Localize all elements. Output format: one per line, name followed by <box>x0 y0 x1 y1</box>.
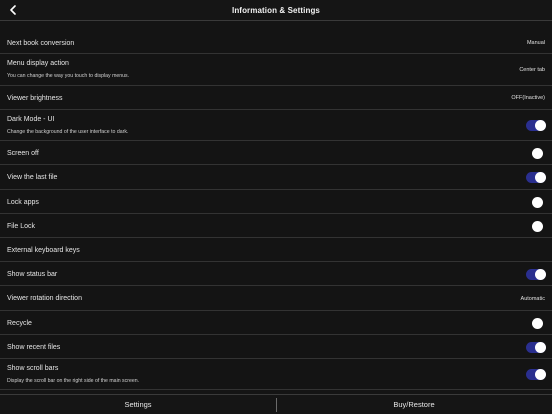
row-text: Show recent files <box>7 344 60 351</box>
toggle-knob <box>535 341 546 353</box>
setting-row-external-keyboard-keys[interactable]: External keyboard keys <box>0 239 552 262</box>
row-text: Show status bar <box>7 271 57 278</box>
settings-tab-button[interactable]: Settings <box>0 395 276 414</box>
show-status-bar-toggle[interactable] <box>526 268 546 280</box>
toggle-knob <box>532 196 543 208</box>
bottom-tab-bar: Settings Buy/Restore <box>0 394 552 414</box>
setting-label: Screen off <box>7 149 39 157</box>
settings-list[interactable]: Next book conversion Manual Menu display… <box>0 21 552 394</box>
setting-label: Next book conversion <box>7 39 75 47</box>
setting-row-next-book-conversion[interactable]: Next book conversion Manual <box>0 33 552 54</box>
chevron-left-icon <box>10 5 16 15</box>
buy-restore-tab-button[interactable]: Buy/Restore <box>276 395 552 414</box>
setting-label: Show status bar <box>7 270 58 278</box>
setting-label: Lock apps <box>7 198 39 206</box>
setting-description: You can change the way you touch to disp… <box>7 73 130 79</box>
setting-label: Recycle <box>7 319 32 327</box>
setting-row-file-lock[interactable]: File Lock <box>0 215 552 238</box>
lock-apps-toggle[interactable] <box>526 196 546 208</box>
setting-row-lock-apps[interactable]: Lock apps <box>0 191 552 214</box>
setting-label: View the last file <box>7 174 58 181</box>
show-recent-files-toggle[interactable] <box>526 341 546 353</box>
setting-row-recycle[interactable]: Recycle <box>0 312 552 335</box>
dark-mode-toggle[interactable] <box>526 120 546 131</box>
row-text: External keyboard keys <box>7 247 80 254</box>
row-text: Next book conversion <box>7 40 74 47</box>
row-text: Recycle <box>7 320 32 327</box>
setting-label: Viewer brightness <box>7 94 63 102</box>
setting-description: Change the background of the user interf… <box>7 129 129 135</box>
setting-row-show-status-bar[interactable]: Show status bar <box>0 263 552 286</box>
row-text: View the last file <box>7 174 57 181</box>
back-button[interactable] <box>6 3 20 17</box>
setting-row-viewer-rotation-direction[interactable]: Viewer rotation direction Automatic <box>0 287 552 311</box>
setting-label: Menu display action <box>7 60 69 67</box>
setting-label: Viewer rotation direction <box>7 295 82 302</box>
toggle-knob <box>532 147 543 159</box>
toggle-knob <box>535 369 546 380</box>
recycle-toggle[interactable] <box>526 317 546 329</box>
setting-description: Display the scroll bar on the right side… <box>7 378 140 384</box>
setting-row-menu-display-action[interactable]: Menu display action You can change the w… <box>0 55 552 86</box>
setting-row-dark-mode-ui[interactable]: Dark Mode - UI Change the background of … <box>0 111 552 141</box>
view-last-file-toggle[interactable] <box>526 172 546 183</box>
toggle-knob <box>535 172 546 183</box>
footer-divider <box>276 398 277 412</box>
settings-screen: Information & Settings Next book convers… <box>0 0 552 414</box>
row-text: Viewer rotation direction <box>7 295 82 302</box>
setting-label: External keyboard keys <box>7 246 80 254</box>
screen-off-toggle[interactable] <box>526 147 546 159</box>
header-bar: Information & Settings <box>0 0 552 21</box>
setting-row-view-last-file[interactable]: View the last file <box>0 166 552 190</box>
setting-label: Show recent files <box>7 343 61 351</box>
setting-row-show-scroll-bars[interactable]: Show scroll bars Display the scroll bar … <box>0 360 552 390</box>
setting-label: File Lock <box>7 222 36 230</box>
row-text: Viewer brightness <box>7 95 63 102</box>
show-scroll-bars-toggle[interactable] <box>526 369 546 380</box>
row-text: Menu display action You can change the w… <box>7 60 129 79</box>
setting-label: Show scroll bars <box>7 365 59 372</box>
setting-value: Automatic <box>520 295 545 302</box>
setting-row-screen-off[interactable]: Screen off <box>0 142 552 165</box>
toggle-knob <box>535 268 546 280</box>
row-text: Dark Mode - UI Change the background of … <box>7 116 128 135</box>
toggle-knob <box>535 120 546 131</box>
setting-row-viewer-brightness[interactable]: Viewer brightness OFF(Inactive) <box>0 87 552 110</box>
setting-value: OFF(Inactive) <box>511 95 545 101</box>
toggle-knob <box>532 220 543 232</box>
setting-row-show-recent-files[interactable]: Show recent files <box>0 336 552 359</box>
row-text: Lock apps <box>7 199 39 206</box>
file-lock-toggle[interactable] <box>526 220 546 232</box>
toggle-knob <box>532 317 543 329</box>
setting-value: Center tab <box>519 67 545 73</box>
row-text: File Lock <box>7 223 35 230</box>
setting-value: Manual <box>526 40 545 46</box>
row-text: Show scroll bars Display the scroll bar … <box>7 365 139 384</box>
page-title: Information & Settings <box>232 5 320 15</box>
row-text: Screen off <box>7 150 39 157</box>
setting-label: Dark Mode - UI <box>7 116 55 123</box>
